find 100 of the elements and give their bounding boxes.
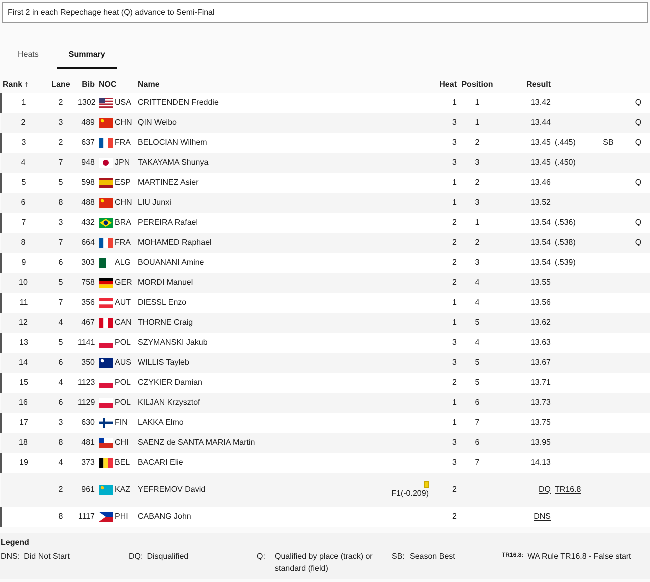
lane-value: 3: [58, 418, 64, 427]
country-code: USA: [115, 98, 132, 107]
rank-value: 12: [19, 318, 28, 327]
heat-value: 1: [452, 298, 457, 307]
lane-value: 6: [58, 358, 64, 367]
country-code: BEL: [115, 458, 130, 467]
filter-field[interactable]: First 2 in each Repechage heat (Q) advance to Semi-Final: [2, 2, 648, 23]
country-code: POL: [115, 398, 132, 407]
heat-value: 2: [452, 258, 457, 267]
position-value: 4: [475, 278, 480, 287]
country-code: AUS: [115, 358, 132, 367]
rank-value: 7: [22, 218, 26, 227]
bib-value: 961: [82, 485, 95, 494]
rank-value: 13: [20, 338, 28, 347]
heat-value: 3: [452, 438, 457, 447]
heat-value: 3: [452, 118, 457, 127]
result-time: 14.13: [530, 458, 551, 467]
athlete-name: THORNE Craig: [138, 318, 194, 327]
position-value: 1: [475, 98, 480, 107]
column-header: Name: [138, 80, 160, 89]
legend-description: Did Not Start: [24, 551, 70, 563]
bib-value: 432: [82, 218, 95, 227]
athlete-name: CABANG John: [138, 512, 192, 521]
flag-icon: [99, 458, 113, 468]
lane-value: 7: [58, 298, 64, 307]
athlete-name: PEREIRA Rafael: [138, 218, 198, 227]
bib-value: 1117: [78, 512, 95, 521]
country-code: POL: [115, 338, 132, 347]
flag-icon: [99, 198, 113, 208]
tiebreak-time: (.538): [555, 238, 576, 247]
qualification-mark: Q: [635, 118, 642, 127]
bib-value: 1123: [78, 378, 96, 387]
column-header[interactable]: Rank: [3, 80, 23, 89]
qualification-mark: Q: [635, 218, 642, 227]
flag-icon: [99, 178, 113, 188]
athlete-name: CRITTENDEN Freddie: [138, 98, 219, 107]
qualification-mark: Q: [635, 138, 642, 147]
result-time: 13.54: [530, 258, 551, 267]
country-code: AUT: [115, 298, 131, 307]
flag-icon: [99, 118, 113, 128]
result-time: 13.46: [530, 178, 551, 187]
tiebreak-time: (.536): [555, 218, 576, 227]
result-status: DNS: [534, 512, 551, 521]
athlete-name: BELOCIAN Wilhem: [138, 138, 208, 147]
tab[interactable]: Summary: [56, 45, 118, 69]
country-code: PHI: [115, 512, 128, 521]
position-value: 6: [475, 398, 480, 407]
lane-value: 8: [58, 438, 64, 447]
result-time: 13.67: [530, 358, 551, 367]
athlete-name: LIU Junxi: [138, 198, 172, 207]
position-value: 7: [475, 458, 480, 467]
lane-value: 6: [58, 398, 64, 407]
rank-value: 10: [19, 278, 28, 287]
position-value: 2: [475, 138, 480, 147]
position-value: 6: [475, 438, 480, 447]
flag-icon: [99, 238, 113, 248]
heat-value: 1: [452, 398, 457, 407]
lane-value: 3: [58, 218, 64, 227]
lane-value: 2: [58, 138, 64, 147]
position-value: 3: [475, 158, 480, 167]
athlete-name: LAKKA Elmo: [138, 418, 184, 427]
heat-value: 2: [452, 485, 457, 494]
tiebreak-time: (.539): [555, 258, 576, 267]
athlete-name: BACARI Elie: [138, 458, 184, 467]
position-value: 1: [475, 218, 480, 227]
athlete-name: KILJAN Krzysztof: [138, 398, 200, 407]
country-code: KAZ: [115, 485, 131, 494]
flag-icon: [99, 378, 113, 388]
sort-arrow-icon[interactable]: ↑: [24, 80, 29, 89]
result-time: 13.73: [530, 398, 551, 407]
position-value: 4: [475, 298, 480, 307]
athlete-name: YEFREMOV David: [138, 484, 206, 496]
flag-icon: [99, 398, 113, 408]
flag-icon: [99, 158, 113, 168]
country-code: POL: [115, 378, 132, 387]
position-value: 2: [475, 178, 480, 187]
athlete-name: MORDI Manuel: [138, 278, 194, 287]
position-value: 5: [475, 318, 480, 327]
tab[interactable]: Heats: [8, 45, 49, 69]
athlete-name: DIESSL Enzo: [138, 298, 187, 307]
lane-value: 6: [58, 258, 64, 267]
athlete-name: QIN Weibo: [138, 118, 177, 127]
result-time: 13.45: [530, 158, 551, 167]
flag-icon: [99, 258, 113, 268]
position-value: 3: [475, 258, 480, 267]
lane-value: 8: [58, 512, 64, 521]
result-time: 13.75: [530, 418, 551, 427]
column-header: NOC: [99, 80, 117, 89]
bib-value: 489: [82, 118, 95, 127]
record-mark: SB: [603, 138, 614, 147]
result-time: 13.56: [530, 298, 551, 307]
rank-value: 8: [21, 238, 26, 247]
heat-value: 3: [452, 358, 457, 367]
rank-value: 6: [21, 198, 26, 207]
country-code: CHN: [115, 118, 132, 127]
bib-value: 356: [82, 298, 95, 307]
legend-description: Disqualified: [147, 551, 189, 563]
bib-value: 350: [82, 358, 95, 367]
result-time: 13.55: [530, 278, 551, 287]
position-value: 1: [475, 118, 480, 127]
